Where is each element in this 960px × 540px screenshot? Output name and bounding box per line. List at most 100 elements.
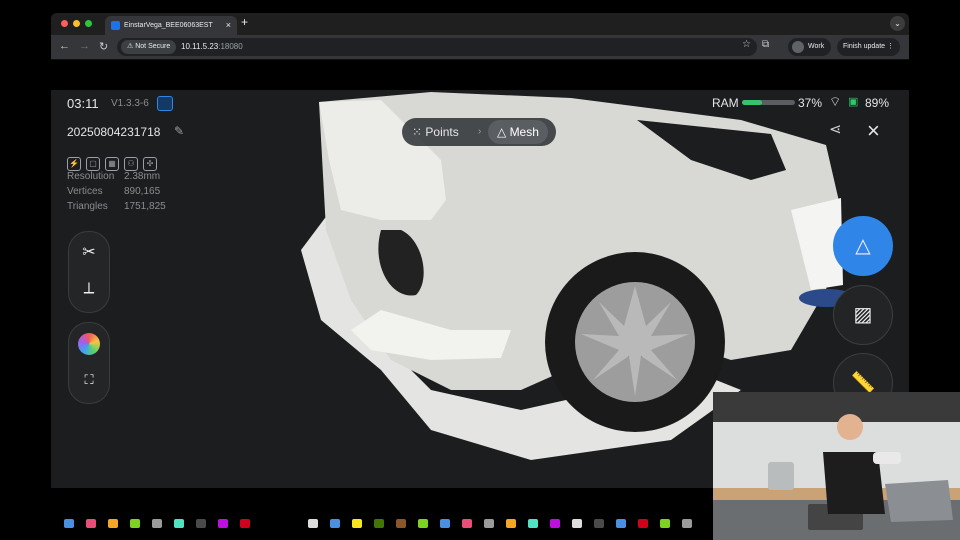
- profile-button[interactable]: Work: [788, 38, 832, 56]
- dock-app-icon[interactable]: [440, 519, 450, 528]
- dock-app-icon[interactable]: [86, 519, 96, 528]
- scissors-icon[interactable]: ✂: [77, 241, 101, 265]
- ram-percent: 37%: [798, 96, 823, 110]
- dock-app-icon[interactable]: [352, 519, 362, 528]
- tab-points[interactable]: ⁙ Points: [412, 118, 459, 146]
- dock-app-icon[interactable]: [396, 519, 406, 528]
- engine-block: [885, 480, 953, 522]
- dock-app-icon[interactable]: [638, 519, 648, 528]
- dock: [64, 519, 704, 528]
- stat-value: 2.38mm: [124, 171, 161, 182]
- dock-app-icon[interactable]: [174, 519, 184, 528]
- tab-title: EinstarVega_BEE06063EST: [124, 22, 213, 29]
- edit-name-icon[interactable]: ✎: [174, 124, 184, 138]
- frame-fit-icon[interactable]: ⛶: [77, 368, 101, 392]
- dock-app-icon[interactable]: [330, 519, 340, 528]
- merge-icon[interactable]: ⚇: [124, 157, 138, 171]
- mode-switcher: ⁙ Points › △ Mesh: [402, 118, 556, 146]
- profile-label: Work: [808, 43, 825, 50]
- webcam-overlay: [713, 392, 960, 540]
- toolbar: ← → ↻ ⚠ Not Secure 10.11.5.23:18080 ☆ ⧉ …: [51, 35, 909, 60]
- dock-app-icon[interactable]: [64, 519, 74, 528]
- new-tab-button[interactable]: +: [241, 15, 248, 29]
- dock-app-icon[interactable]: [594, 519, 604, 528]
- transform-axis-icon[interactable]: ⟂: [77, 277, 101, 301]
- dock-app-icon[interactable]: [108, 519, 118, 528]
- avatar: [792, 41, 804, 53]
- stat-value: 890,165: [124, 186, 161, 197]
- scanner-device: [768, 462, 794, 490]
- tab-close-icon[interactable]: ×: [226, 16, 231, 35]
- address-bar[interactable]: ⚠ Not Secure 10.11.5.23:18080 ☆: [117, 38, 757, 56]
- dock-app-icon[interactable]: [462, 519, 472, 528]
- reload-button[interactable]: ↻: [99, 40, 108, 53]
- security-label: Not Secure: [135, 43, 171, 50]
- ram-bar-fill: [742, 100, 762, 105]
- presenter-head: [837, 414, 863, 440]
- close-icon[interactable]: ×: [867, 118, 880, 144]
- screen-cast-icon[interactable]: [157, 96, 173, 111]
- stat-triangles: Triangles 1751,825: [67, 201, 166, 212]
- dock-app-icon[interactable]: [484, 519, 494, 528]
- security-chip[interactable]: ⚠ Not Secure: [121, 40, 177, 54]
- url-text: 10.11.5.23:18080: [181, 38, 243, 56]
- dock-app-icon[interactable]: [152, 519, 162, 528]
- clock: 03:11: [67, 96, 99, 111]
- extensions-icon[interactable]: ⧉: [762, 39, 769, 50]
- ruler-icon: 📏: [850, 372, 876, 394]
- tab-search-button[interactable]: ⌄: [890, 16, 905, 31]
- stat-label: Vertices: [67, 186, 103, 197]
- close-window-button[interactable]: [61, 20, 68, 27]
- dock-app-icon[interactable]: [616, 519, 626, 528]
- cube-icon[interactable]: ▢: [86, 157, 100, 171]
- stat-resolution: Resolution 2.38mm: [67, 171, 160, 182]
- back-button[interactable]: ←: [59, 40, 70, 52]
- dock-app-icon[interactable]: [374, 519, 384, 528]
- mesh-settings-icon: △: [855, 235, 871, 257]
- flash-icon[interactable]: ⚡: [67, 157, 81, 171]
- dock-app-icon[interactable]: [240, 519, 250, 528]
- texture-button[interactable]: ▨: [833, 285, 893, 345]
- finish-update-label: Finish update: [843, 43, 886, 50]
- minimize-window-button[interactable]: [73, 20, 80, 27]
- texture-image-icon: ▨: [853, 304, 873, 326]
- bookmark-star-icon[interactable]: ☆: [742, 39, 751, 50]
- align-icon[interactable]: ✣: [143, 157, 157, 171]
- chevron-right-icon: ›: [478, 126, 482, 137]
- zoom-window-button[interactable]: [85, 20, 92, 27]
- finish-update-button[interactable]: Finish update ⋮: [837, 38, 900, 56]
- dock-app-icon[interactable]: [572, 519, 582, 528]
- forward-button[interactable]: →: [79, 40, 90, 52]
- dock-app-icon[interactable]: [528, 519, 538, 528]
- share-icon[interactable]: ⋖: [829, 120, 842, 138]
- dock-app-icon[interactable]: [196, 519, 206, 528]
- dock-app-icon[interactable]: [506, 519, 516, 528]
- stat-label: Triangles: [67, 201, 108, 212]
- mesh-settings-button[interactable]: △: [833, 216, 893, 276]
- texture-icon[interactable]: ▦: [105, 157, 119, 171]
- browser-tab[interactable]: EinstarVega_BEE06063EST ×: [105, 16, 237, 35]
- tab-points-label: Points: [425, 125, 459, 139]
- wifi-icon: ⌔: [829, 94, 842, 109]
- view-tool-group: ⛶: [68, 322, 110, 404]
- favicon-icon: [111, 21, 120, 30]
- tab-mesh[interactable]: △ Mesh: [488, 120, 548, 144]
- battery-percent: 89%: [865, 96, 890, 110]
- quick-icon-row: ⚡ ▢ ▦ ⚇ ✣: [67, 153, 162, 171]
- url-port: :18080: [218, 42, 243, 51]
- dock-app-icon[interactable]: [418, 519, 428, 528]
- dock-app-icon[interactable]: [660, 519, 670, 528]
- color-wheel-icon[interactable]: [78, 333, 100, 355]
- dock-app-icon[interactable]: [218, 519, 228, 528]
- stat-vertices: Vertices 890,165: [67, 186, 160, 197]
- tab-strip: EinstarVega_BEE06063EST × + ⌄: [51, 13, 909, 35]
- edit-tool-group: ✂ ⟂: [68, 231, 110, 313]
- stat-label: Resolution: [67, 171, 115, 182]
- ram-label: RAM: [712, 96, 739, 110]
- dock-app-icon[interactable]: [682, 519, 692, 528]
- url-host: 10.11.5.23: [181, 42, 219, 51]
- dock-app-icon[interactable]: [308, 519, 318, 528]
- more-menu-icon: ⋮: [886, 43, 894, 50]
- dock-app-icon[interactable]: [550, 519, 560, 528]
- dock-app-icon[interactable]: [130, 519, 140, 528]
